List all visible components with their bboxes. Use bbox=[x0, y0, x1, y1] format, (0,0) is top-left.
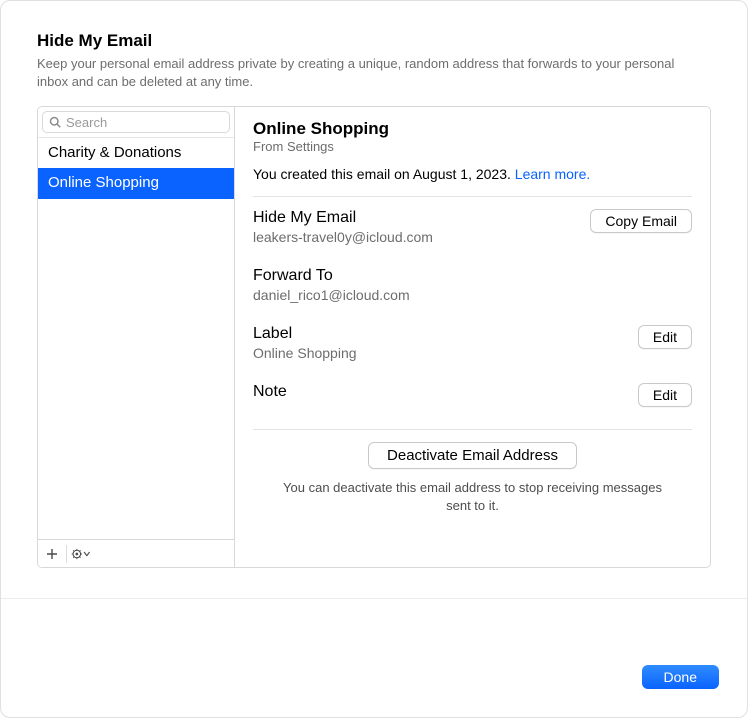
alias-list: Charity & Donations Online Shopping bbox=[38, 138, 234, 539]
list-item[interactable]: Online Shopping bbox=[38, 168, 234, 198]
hide-my-email-window: Hide My Email Keep your personal email a… bbox=[0, 0, 748, 718]
search-field[interactable] bbox=[42, 111, 230, 133]
search-icon bbox=[49, 116, 61, 128]
alias-title: Online Shopping bbox=[253, 119, 692, 139]
page-title: Hide My Email bbox=[37, 31, 711, 51]
copy-email-button[interactable]: Copy Email bbox=[590, 209, 692, 233]
label-row: Label Online Shopping Edit bbox=[253, 325, 692, 361]
created-prefix: You created this email on bbox=[253, 166, 413, 182]
forward-to-value: daniel_rico1@icloud.com bbox=[253, 287, 410, 303]
created-date: August 1, 2023 bbox=[413, 166, 507, 182]
detail-pane: Online Shopping From Settings You create… bbox=[235, 107, 710, 567]
sidebar-footer bbox=[38, 539, 234, 567]
options-button[interactable] bbox=[67, 540, 95, 568]
forward-to-row: Forward To daniel_rico1@icloud.com bbox=[253, 267, 692, 303]
alias-source: From Settings bbox=[253, 139, 692, 154]
edit-note-button[interactable]: Edit bbox=[638, 383, 692, 407]
done-button[interactable]: Done bbox=[642, 665, 719, 689]
deactivate-note: You can deactivate this email address to… bbox=[253, 479, 692, 514]
content-pane: Charity & Donations Online Shopping bbox=[37, 106, 711, 568]
hide-my-email-row: Hide My Email leakers-travel0y@icloud.co… bbox=[253, 209, 692, 245]
search-container bbox=[38, 107, 234, 138]
header: Hide My Email Keep your personal email a… bbox=[1, 1, 747, 98]
created-suffix: . bbox=[507, 166, 515, 182]
note-label: Note bbox=[253, 383, 287, 401]
search-input[interactable] bbox=[66, 115, 242, 130]
forward-to-label: Forward To bbox=[253, 267, 410, 285]
plus-icon bbox=[46, 548, 58, 560]
gear-dropdown-icon bbox=[71, 548, 91, 560]
divider bbox=[253, 196, 692, 197]
add-button[interactable] bbox=[38, 540, 66, 568]
page-description: Keep your personal email address private… bbox=[37, 55, 697, 90]
note-row: Note Edit bbox=[253, 383, 692, 407]
label-value: Online Shopping bbox=[253, 345, 357, 361]
deactivate-section: Deactivate Email Address You can deactiv… bbox=[253, 442, 692, 514]
edit-label-button[interactable]: Edit bbox=[638, 325, 692, 349]
hide-my-email-label: Hide My Email bbox=[253, 209, 433, 227]
learn-more-link[interactable]: Learn more. bbox=[515, 166, 590, 182]
divider bbox=[253, 429, 692, 430]
footer: Done bbox=[1, 598, 747, 717]
created-info: You created this email on August 1, 2023… bbox=[253, 166, 692, 182]
hide-my-email-value: leakers-travel0y@icloud.com bbox=[253, 229, 433, 245]
list-item[interactable]: Charity & Donations bbox=[38, 138, 234, 168]
deactivate-button[interactable]: Deactivate Email Address bbox=[368, 442, 577, 469]
sidebar: Charity & Donations Online Shopping bbox=[38, 107, 235, 567]
label-label: Label bbox=[253, 325, 357, 343]
chevron-down-icon bbox=[84, 552, 89, 555]
